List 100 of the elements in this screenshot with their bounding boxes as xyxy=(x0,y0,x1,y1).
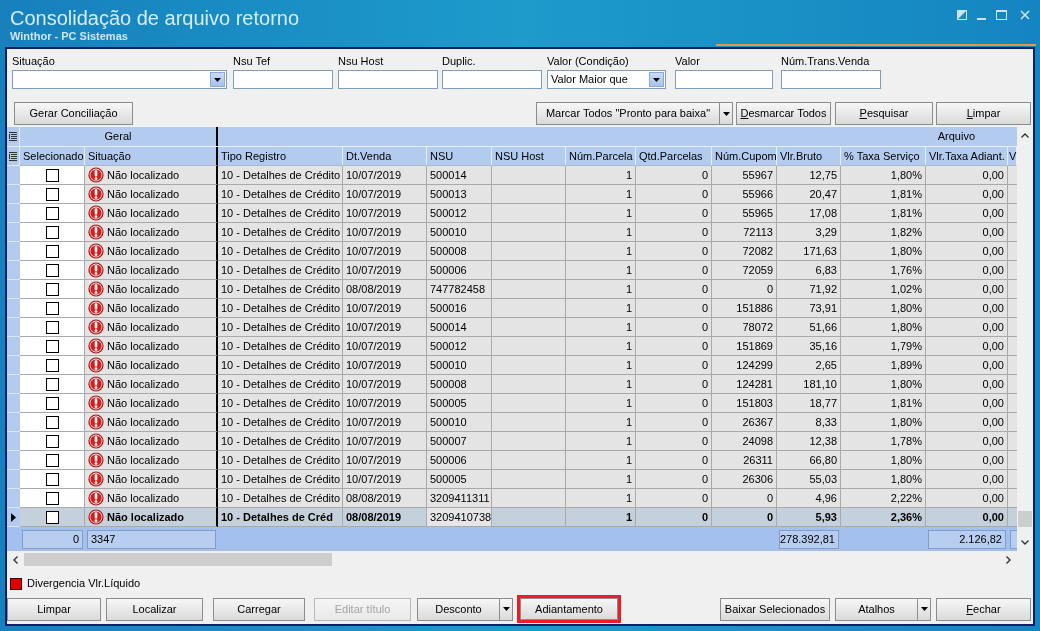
table-cell: 3209410738 xyxy=(427,508,492,527)
close-icon[interactable] xyxy=(1020,10,1030,20)
table-cell: 0 xyxy=(636,356,712,375)
dropdown-field[interactable]: Valor Maior que xyxy=(547,70,666,89)
checkbox[interactable] xyxy=(45,263,59,277)
checkbox[interactable] xyxy=(45,168,59,182)
table-cell: 0 xyxy=(712,489,777,508)
table-cell: 0 xyxy=(636,299,712,318)
table-cell: 10/07/2019 xyxy=(343,261,427,280)
table-cell: 1 xyxy=(566,299,636,318)
action-button[interactable]: Marcar Todos "Pronto para baixa" xyxy=(536,102,720,125)
text-field[interactable] xyxy=(233,70,333,89)
table-cell: 0 xyxy=(636,166,712,185)
status-text: Não localizado xyxy=(107,167,180,183)
table-cell: 1,80% xyxy=(841,470,926,489)
checkbox[interactable] xyxy=(45,358,59,372)
table-cell: 2,22% xyxy=(841,489,926,508)
table-cell: 10 - Detalhes de Crédito xyxy=(218,489,343,508)
table-cell: 10 - Detalhes de Crédito xyxy=(218,394,343,413)
chevron-right-icon[interactable] xyxy=(1006,555,1011,564)
split-dropdown-button[interactable] xyxy=(720,102,733,125)
checkbox[interactable] xyxy=(45,396,59,410)
list-icon[interactable] xyxy=(9,132,17,141)
action-button[interactable]: Adiantamento xyxy=(517,595,621,623)
table-cell: 10 - Detalhes de Crédito xyxy=(218,166,343,185)
table-cell: 10/07/2019 xyxy=(343,337,427,356)
text-field[interactable] xyxy=(675,70,773,89)
checkbox[interactable] xyxy=(45,434,59,448)
table-cell: 10 - Detalhes de Crédito xyxy=(218,280,343,299)
scrollbar-thumb[interactable] xyxy=(24,553,332,566)
maximize-icon[interactable] xyxy=(996,10,1007,20)
dropdown-button[interactable] xyxy=(210,72,225,87)
table-cell: 0 xyxy=(636,223,712,242)
action-button[interactable]: Atalhos xyxy=(835,597,918,621)
checkbox[interactable] xyxy=(45,225,59,239)
split-dropdown-button[interactable] xyxy=(500,597,513,621)
row-selector[interactable] xyxy=(7,508,20,527)
table-cell: 1,79% xyxy=(841,337,926,356)
checkbox[interactable] xyxy=(45,472,59,486)
checkbox[interactable] xyxy=(45,377,59,391)
checkbox[interactable] xyxy=(45,510,59,524)
table-cell xyxy=(1008,375,1017,394)
checkbox[interactable] xyxy=(45,320,59,334)
table-cell: 1 xyxy=(566,337,636,356)
text-field[interactable] xyxy=(338,70,438,89)
table-cell: 08/08/2019 xyxy=(343,489,427,508)
table-cell: 10/07/2019 xyxy=(343,318,427,337)
split-dropdown-button[interactable] xyxy=(918,597,931,621)
list-icon[interactable] xyxy=(9,151,17,161)
table-cell: 1,89% xyxy=(841,356,926,375)
checkbox[interactable] xyxy=(45,301,59,315)
text-field[interactable] xyxy=(442,70,542,89)
table-cell: 1,80% xyxy=(841,375,926,394)
checkbox[interactable] xyxy=(45,453,59,467)
action-button[interactable]: Pesquisar xyxy=(835,102,933,125)
action-button[interactable]: Fechar xyxy=(936,597,1031,621)
table-cell xyxy=(1008,451,1017,470)
table-cell: 1 xyxy=(566,356,636,375)
table-cell: 0,00 xyxy=(926,223,1008,242)
table-cell: 1,76% xyxy=(841,261,926,280)
dropdown-button[interactable] xyxy=(649,72,664,87)
action-button[interactable]: Gerar Conciliação xyxy=(14,102,133,125)
table-cell: 10 - Detalhes de Crédito xyxy=(218,299,343,318)
field-label: Valor xyxy=(675,55,700,68)
checkbox[interactable] xyxy=(45,244,59,258)
table-cell: 1 xyxy=(566,470,636,489)
checkbox[interactable] xyxy=(45,491,59,505)
checkbox[interactable] xyxy=(45,339,59,353)
table-cell: 0,00 xyxy=(926,470,1008,489)
action-button[interactable]: Baixar Selecionados xyxy=(720,597,830,621)
table-cell xyxy=(1008,242,1017,261)
chevron-down-icon[interactable] xyxy=(1021,540,1029,545)
table-cell: 08/08/2019 xyxy=(343,280,427,299)
checkbox[interactable] xyxy=(45,415,59,429)
dropdown-field[interactable] xyxy=(12,70,227,89)
checkbox[interactable] xyxy=(45,187,59,201)
table-cell: 0 xyxy=(636,394,712,413)
action-button[interactable]: Carregar xyxy=(213,597,305,621)
scrollbar-thumb[interactable] xyxy=(1018,511,1032,527)
action-button[interactable]: Limpar xyxy=(7,597,101,621)
chevron-up-icon[interactable] xyxy=(1021,133,1029,138)
checkbox[interactable] xyxy=(45,282,59,296)
text-field[interactable] xyxy=(781,70,881,89)
table-cell xyxy=(1008,432,1017,451)
table-cell: 4,96 xyxy=(777,489,841,508)
table-cell: 10 - Detalhes de Crédito xyxy=(218,223,343,242)
action-button[interactable]: Limpar xyxy=(936,102,1031,125)
table-cell: 10/07/2019 xyxy=(343,166,427,185)
table-cell: 66,80 xyxy=(777,451,841,470)
split-square-icon[interactable] xyxy=(957,10,967,20)
action-button[interactable]: Desmarcar Todos xyxy=(736,102,831,125)
status-text: Não localizado xyxy=(107,300,180,316)
chevron-left-icon[interactable] xyxy=(13,555,18,564)
action-button[interactable]: Desconto xyxy=(417,597,500,621)
status-text: Não localizado xyxy=(107,471,180,487)
action-button[interactable]: Localizar xyxy=(106,597,203,621)
table-cell: 1 xyxy=(566,394,636,413)
field-label: Situação xyxy=(12,55,55,68)
table-cell xyxy=(1008,356,1017,375)
checkbox[interactable] xyxy=(45,206,59,220)
